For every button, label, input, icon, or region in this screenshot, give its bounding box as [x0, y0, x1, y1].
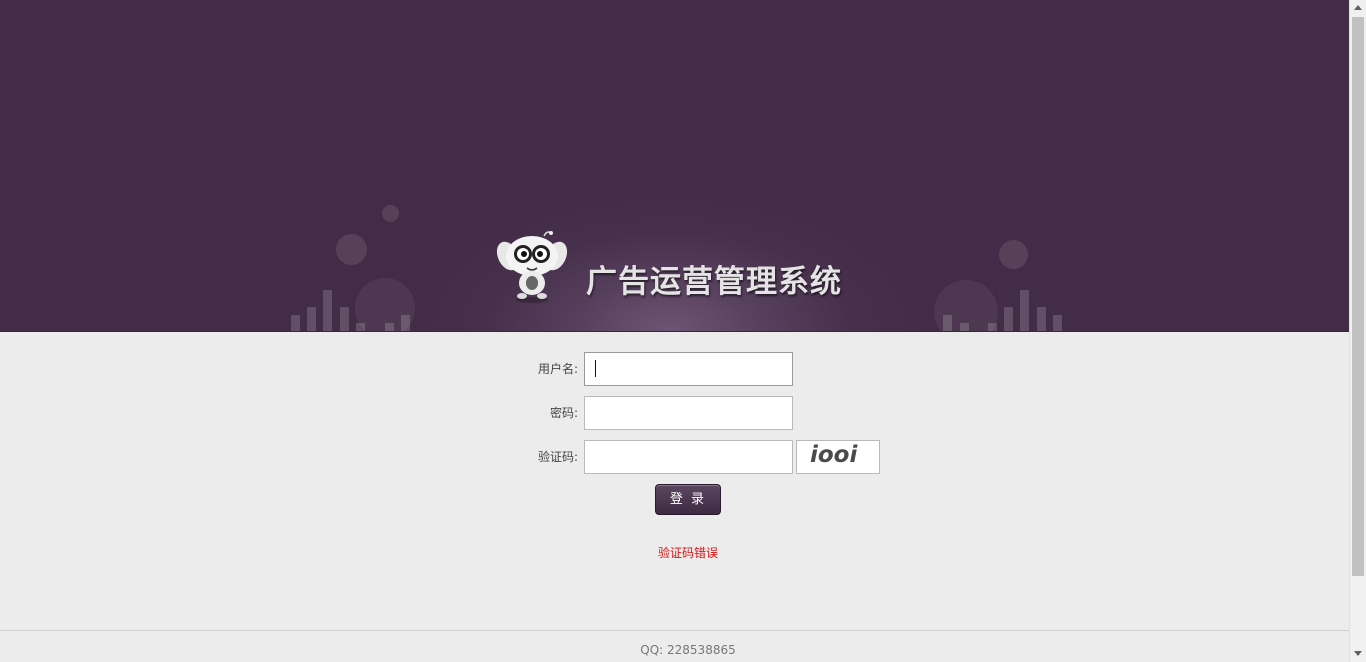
decor-bar	[291, 315, 300, 331]
username-label: 用户名:	[537, 362, 578, 376]
password-input[interactable]	[584, 396, 793, 430]
login-button[interactable]: 登 录	[655, 484, 721, 515]
error-message: 验证码错误	[657, 546, 718, 560]
decor-circle	[382, 205, 399, 222]
decor-bar	[988, 323, 997, 331]
decor-bar	[340, 307, 349, 331]
decor-bar	[960, 323, 969, 331]
decor-bar	[401, 315, 410, 331]
cartoon-mascot-icon	[496, 231, 568, 303]
login-page: 广告运营管理系统 用户名: 密码: 验证码: iooi 登 录 验证码错误 QQ…	[0, 0, 1349, 662]
username-input[interactable]	[584, 352, 793, 386]
footer-divider	[0, 630, 1349, 631]
captcha-image[interactable]: iooi	[796, 440, 880, 474]
decor-bar	[307, 307, 316, 331]
text-cursor	[595, 360, 596, 377]
decor-bar	[1037, 307, 1046, 331]
decor-bar	[1053, 315, 1062, 331]
vertical-scrollbar[interactable]	[1349, 0, 1366, 662]
decor-circle	[999, 240, 1028, 269]
scrollbar-thumb[interactable]	[1352, 17, 1364, 576]
password-label: 密码:	[549, 406, 578, 420]
decor-circle	[336, 234, 367, 265]
decor-bar	[323, 290, 332, 331]
scroll-up-icon[interactable]	[1354, 5, 1362, 10]
captcha-label: 验证码:	[537, 450, 578, 464]
footer-contact: QQ: 228538865	[640, 643, 736, 657]
decor-bar	[356, 323, 365, 331]
scroll-down-icon[interactable]	[1354, 651, 1362, 656]
page-title: 广告运营管理系统	[586, 264, 842, 300]
decor-bar	[1020, 290, 1029, 331]
captcha-image-text: iooi	[810, 442, 858, 468]
header-banner: 广告运营管理系统	[0, 0, 1349, 332]
captcha-input[interactable]	[584, 440, 793, 474]
decor-bar	[1004, 307, 1013, 331]
decor-bar	[385, 323, 394, 331]
decor-bar	[943, 315, 952, 331]
